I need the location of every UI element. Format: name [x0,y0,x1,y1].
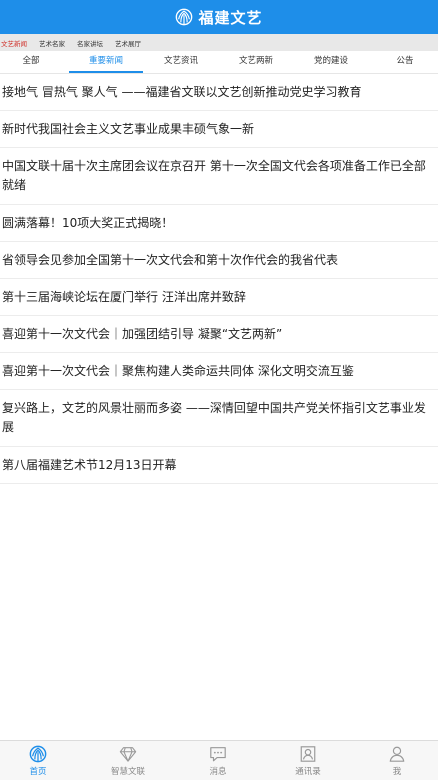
nav-messages-button[interactable]: 消息 [188,745,248,777]
news-title: 第八届福建艺术节12月13日开幕 [2,457,177,472]
tab-important-news[interactable]: 重要新闻 [69,51,143,73]
category-artists[interactable]: 艺术名家 [39,38,65,48]
news-title: 第十三届海峡论坛在厦门举行 汪洋出席并致辞 [2,289,246,304]
nav-contacts-label: 通讯录 [295,767,321,777]
nav-me-label: 我 [392,767,402,777]
news-title: 接地气 冒热气 聚人气 ——福建省文联以文艺创新推动党史学习教育 [2,84,362,99]
news-item[interactable]: 喜迎第十一次文代会｜加强团结引导 凝聚“文艺两新” [0,316,438,353]
fujian-wenyi-logo-icon [176,8,193,26]
news-item[interactable]: 省领导会见参加全国第十一次文代会和第十次作代会的我省代表 [0,242,438,279]
category-news[interactable]: 文艺新闻 [1,38,27,48]
news-title: 省领导会见参加全国第十一次文代会和第十次作代会的我省代表 [2,252,339,267]
news-item[interactable]: 第八届福建艺术节12月13日开幕 [0,447,438,484]
tab-announcements[interactable]: 公告 [368,51,438,73]
news-list: 接地气 冒热气 聚人气 ——福建省文联以文艺创新推动党史学习教育 新时代我国社会… [0,74,438,484]
app-title: 福建文艺 [198,8,263,27]
news-item[interactable]: 第十三届海峡论坛在厦门举行 汪洋出席并致辞 [0,279,438,316]
nav-smart-federation-label: 智慧文联 [110,767,145,777]
news-item[interactable]: 圆满落幕！10项大奖正式揭晓！ [0,205,438,242]
nav-smart-federation-button[interactable]: 智慧文联 [98,745,158,777]
bottom-nav: 首页 智慧文联 消息 通讯录 我 [0,740,438,780]
tab-party-building[interactable]: 党的建设 [294,51,368,73]
news-title: 喜迎第十一次文代会｜加强团结引导 凝聚“文艺两新” [2,326,283,341]
nav-messages-label: 消息 [209,767,227,777]
news-title: 复兴路上，文艺的风景壮丽而多姿 ——深情回望中国共产党关怀指引文艺事业发展 [2,401,426,434]
app-header: 福建文艺 [0,0,438,34]
news-item[interactable]: 喜迎第十一次文代会｜聚焦构建人类命运共同体 深化文明交流互鉴 [0,353,438,390]
nav-contacts-button[interactable]: 通讯录 [278,745,338,777]
news-item[interactable]: 复兴路上，文艺的风景壮丽而多姿 ——深情回望中国共产党关怀指引文艺事业发展 [0,390,438,447]
diamond-icon [119,747,137,762]
news-item[interactable]: 中国文联十届十次主席团会议在京召开 第十一次全国文代会各项准备工作已全部就绪 [0,148,438,205]
nav-home-button[interactable]: 首页 [8,745,68,777]
category-lectures[interactable]: 名家讲坛 [77,38,103,48]
person-icon [389,746,405,762]
home-icon [29,745,47,763]
category-bar: 文艺新闻 艺术名家 名家讲坛 艺术展厅 [0,34,438,51]
nav-me-button[interactable]: 我 [367,745,427,777]
nav-home-label: 首页 [29,767,47,777]
news-tabs: 全部 重要新闻 文艺资讯 文艺两新 党的建设 公告 [0,51,438,74]
news-title: 中国文联十届十次主席团会议在京召开 第十一次全国文代会各项准备工作已全部就绪 [2,159,426,192]
tab-art-info[interactable]: 文艺资讯 [144,51,218,73]
news-item[interactable]: 接地气 冒热气 聚人气 ——福建省文联以文艺创新推动党史学习教育 [0,74,438,111]
contacts-icon [300,746,316,762]
news-title: 新时代我国社会主义文艺事业成果丰硕气象一新 [2,121,255,136]
news-title: 喜迎第十一次文代会｜聚焦构建人类命运共同体 深化文明交流互鉴 [2,363,354,378]
category-gallery[interactable]: 艺术展厅 [115,38,141,48]
message-icon [210,747,226,762]
tab-art-new[interactable]: 文艺两新 [219,51,293,73]
tab-all[interactable]: 全部 [0,51,68,73]
news-item[interactable]: 新时代我国社会主义文艺事业成果丰硕气象一新 [0,111,438,148]
news-title: 圆满落幕！10项大奖正式揭晓！ [2,215,174,230]
